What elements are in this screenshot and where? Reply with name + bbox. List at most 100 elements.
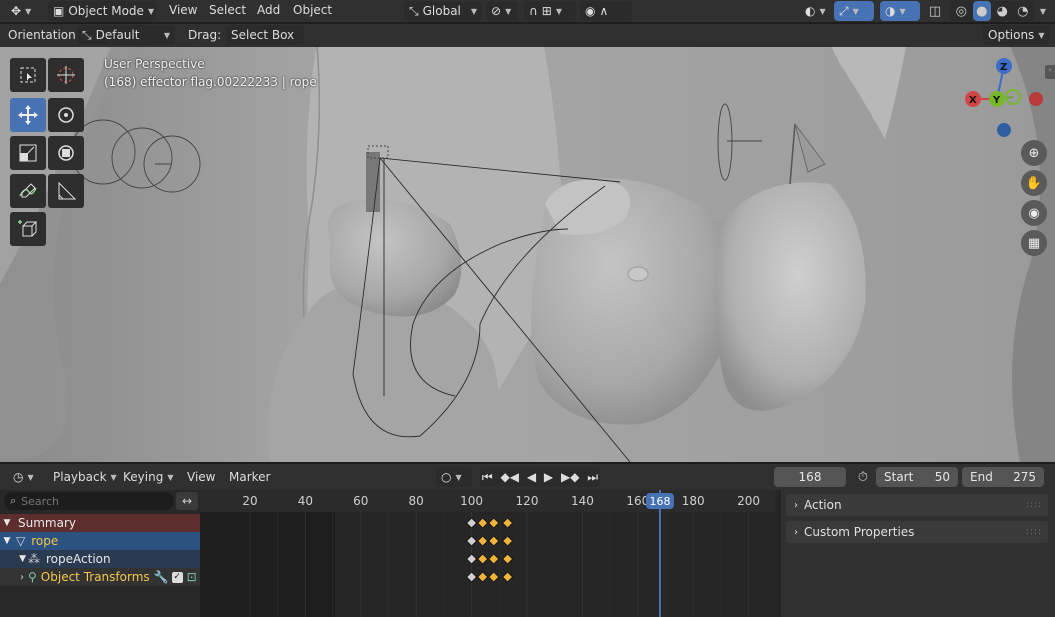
ortho-toggle-button[interactable]: ▦	[1021, 230, 1047, 256]
rotate-tool[interactable]	[48, 98, 84, 132]
zoom-button[interactable]: ⊕	[1021, 140, 1047, 166]
transform-tool[interactable]	[48, 136, 84, 170]
snapping-control[interactable]: ∩ ⊞ ▼	[524, 1, 576, 21]
overlays-icon: ◑	[885, 4, 896, 18]
pin-icon: ⚲	[28, 570, 37, 584]
drag-dropdown[interactable]: Select Box	[226, 25, 304, 45]
3d-viewport[interactable]: User Perspective (168) effector flag.002…	[0, 24, 1055, 462]
panel-custom-properties[interactable]: › Custom Properties ::::	[786, 521, 1048, 543]
jump-start-button[interactable]: ⏮	[482, 470, 493, 485]
overlays-toggle[interactable]: ◑ ▼	[880, 1, 920, 21]
transform-icon	[58, 145, 74, 161]
current-frame-field[interactable]: 168	[774, 467, 846, 487]
pencil-icon	[19, 183, 37, 198]
timeline-editor-type-button[interactable]: ◷ ▼	[8, 467, 39, 487]
sidebar-toggle[interactable]: ‹	[1045, 65, 1055, 79]
solid-shading-button[interactable]: ●	[972, 1, 991, 21]
options-dropdown[interactable]: Options ▼	[983, 25, 1049, 45]
menu-object[interactable]: Object	[293, 3, 332, 17]
editor-type-button[interactable]: ✥ ▼	[6, 1, 36, 21]
play-reverse-button[interactable]: ◀	[527, 470, 536, 484]
mode-label: Object Mode	[68, 4, 144, 18]
gizmo-z-label: Z	[1000, 62, 1007, 73]
chevron-down-icon: ▼	[455, 472, 462, 482]
playback-menu[interactable]: Playback ▼	[48, 467, 122, 487]
tool-settings-bar: Orientation: ⤡ Default ▼ Drag: Select Bo…	[0, 24, 1055, 47]
channel-action[interactable]: ▼ ⁂ ropeAction	[0, 550, 200, 568]
end-frame-field[interactable]: End 275	[962, 467, 1044, 487]
proportional-edit-control[interactable]: ◉ ∧	[580, 1, 632, 21]
ruler-tick-label: 160	[626, 494, 649, 508]
ruler-tick-label: 100	[460, 494, 483, 508]
orientation-setting-dropdown[interactable]: ⤡ Default ▼	[77, 25, 175, 45]
panel-action[interactable]: › Action ::::	[786, 494, 1048, 516]
camera-view-button[interactable]: ◉	[1021, 200, 1047, 226]
move-icon	[18, 105, 38, 125]
auto-keying-toggle[interactable]: ○ ▼	[436, 467, 472, 487]
keyframe-region[interactable]: 20 40 60 80 100 120 140 160 180 200 168	[200, 490, 775, 617]
menu-select[interactable]: Select	[209, 3, 246, 17]
material-shading-button[interactable]: ◕	[993, 1, 1012, 21]
pivot-icon: ⊘	[491, 4, 502, 18]
chevron-right-icon[interactable]: ›	[0, 572, 26, 583]
drag-handle-icon[interactable]: ::::	[1026, 500, 1042, 510]
next-keyframe-button[interactable]: ▶◆	[561, 470, 579, 484]
chevron-down-icon[interactable]: ▼	[0, 518, 14, 528]
visibility-dropdown[interactable]: ◐ ▼	[800, 1, 831, 21]
channel-group[interactable]: › ⚲ Object Transforms 🔧 ✓ ⊡	[0, 568, 200, 586]
search-icon: ⌕	[10, 494, 17, 507]
prev-keyframe-button[interactable]: ◆◀	[501, 470, 519, 484]
scale-tool[interactable]	[10, 136, 46, 170]
sync-visible-range-button[interactable]: ↔	[176, 492, 198, 510]
chevron-down-icon[interactable]: ▼	[0, 554, 28, 564]
add-cube-tool[interactable]	[10, 212, 46, 246]
gizmo-toggle[interactable]: ⤢ ▼	[834, 1, 874, 21]
play-button[interactable]: ▶	[544, 470, 553, 484]
jump-end-button[interactable]: ⏭	[587, 470, 598, 485]
rendered-shading-button[interactable]: ◔	[1014, 1, 1033, 21]
measure-tool[interactable]	[48, 174, 84, 208]
shading-mode-group: ◎ ● ◕ ◔	[950, 1, 1034, 21]
transform-orientation-dropdown[interactable]: ⤡ Global ▼	[404, 1, 482, 21]
menu-add[interactable]: Add	[257, 3, 280, 17]
chevron-right-icon: ›	[794, 526, 798, 538]
select-box-tool[interactable]	[10, 58, 46, 92]
orientation-icon: ⤡	[409, 3, 419, 18]
drag-value: Select Box	[231, 28, 295, 42]
drag-handle-icon[interactable]: ::::	[1026, 527, 1042, 537]
xray-icon: ◫	[928, 3, 942, 19]
timeline-view-menu[interactable]: View	[187, 470, 215, 484]
keying-menu[interactable]: Keying ▼	[118, 467, 178, 487]
chevron-down-icon: ▼	[470, 6, 477, 16]
wireframe-shading-button[interactable]: ◎	[952, 1, 971, 21]
mode-dropdown[interactable]: ▣ Object Mode ▼	[48, 1, 156, 21]
lock-icon[interactable]: ⊡	[187, 570, 197, 584]
annotate-tool[interactable]	[10, 174, 46, 208]
move-tool[interactable]	[10, 98, 46, 132]
start-frame-field[interactable]: Start 50	[876, 467, 958, 487]
chevron-down-icon: ▼	[555, 6, 563, 16]
cube-add-icon	[18, 220, 38, 237]
xray-toggle[interactable]: ◫	[924, 1, 946, 21]
mute-checkbox[interactable]: ✓	[171, 571, 183, 583]
gizmo-icon: ⤢	[839, 3, 849, 18]
rotate-icon	[58, 107, 74, 123]
search-input[interactable]	[21, 494, 162, 508]
pan-button[interactable]: ✋	[1021, 170, 1047, 196]
menu-view[interactable]: View	[169, 3, 197, 17]
preview-range-toggle[interactable]: ⏱	[852, 467, 874, 487]
pivot-point-dropdown[interactable]: ⊘ ▼	[486, 1, 518, 21]
ruler-tick-label: 120	[516, 494, 539, 508]
wrench-icon[interactable]: 🔧	[154, 570, 169, 584]
orientation-icon: ⤡	[82, 27, 92, 42]
chevron-down-icon[interactable]: ▼	[0, 536, 14, 546]
channel-search[interactable]: ⌕	[4, 492, 174, 510]
shading-options-dropdown[interactable]: ▼	[1034, 1, 1052, 21]
magnet-icon: ∩	[529, 4, 538, 18]
timeline-header: ◷ ▼ Playback ▼ Keying ▼ View Marker ○ ▼ ⏮ ◆◀…	[0, 464, 1055, 490]
chevron-down-icon: ▼	[1039, 6, 1047, 16]
cursor-tool[interactable]	[48, 58, 84, 92]
marker-menu[interactable]: Marker	[229, 470, 270, 484]
channel-object[interactable]: ▼ ▽ rope	[0, 532, 200, 550]
channel-summary[interactable]: ▼ Summary	[0, 514, 200, 532]
